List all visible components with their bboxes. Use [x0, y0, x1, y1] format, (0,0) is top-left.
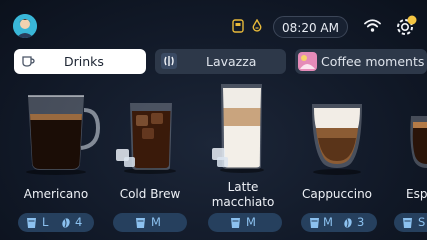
latte-macchiato-glass-image — [212, 84, 264, 173]
drink-name: Americano — [23, 187, 89, 201]
settings-gear-icon[interactable] — [394, 14, 418, 38]
cup-size-icon — [310, 218, 319, 228]
coffee-moments-icon — [298, 52, 317, 71]
cappuccino-cup-image — [312, 104, 362, 175]
tab-coffee-moments[interactable]: Coffee moments — [295, 49, 427, 74]
cup-size-label: M — [246, 215, 256, 229]
drink-settings-badge[interactable]: M — [113, 213, 187, 232]
wifi-icon[interactable] — [364, 19, 381, 32]
coffee-bean-icon — [62, 218, 70, 228]
tab-coffee-moments-label: Coffee moments — [321, 54, 425, 69]
cup-size-label: S — [418, 215, 426, 229]
cup-size-label: L — [42, 215, 49, 229]
tab-drinks-label: Drinks — [64, 54, 104, 69]
clock-time[interactable]: 08:20 AM — [273, 16, 348, 38]
cold-brew-glass-image — [116, 103, 176, 174]
cup-icon — [22, 56, 35, 67]
cup-size-icon — [136, 218, 145, 228]
drink-name: Cappuccino — [301, 187, 373, 201]
espresso-cup-image — [410, 116, 427, 168]
drink-name: Cold Brew — [119, 187, 181, 201]
tab-lavazza[interactable]: Lavazza — [155, 49, 286, 74]
drink-settings-badge[interactable]: L 4 — [18, 213, 94, 232]
user-avatar[interactable] — [13, 14, 37, 38]
drink-settings-badge[interactable]: S — [394, 213, 427, 232]
water-filter-icon[interactable] — [252, 19, 262, 33]
coffee-machine-screen: 08:20 AM Drinks Lavazza Coffee moments A… — [0, 0, 427, 240]
strength-label: 4 — [75, 215, 83, 229]
maintenance-icon[interactable] — [232, 19, 244, 33]
americano-cup-image — [26, 95, 100, 175]
cup-size-icon — [27, 218, 36, 228]
tab-drinks[interactable]: Drinks — [14, 49, 146, 74]
cup-size-icon — [403, 218, 412, 228]
drink-name: Esp — [406, 187, 427, 201]
cup-size-label: M — [151, 215, 161, 229]
tab-lavazza-label: Lavazza — [206, 54, 257, 69]
drink-settings-badge[interactable]: M — [208, 213, 282, 232]
drink-settings-badge[interactable]: M 3 — [301, 213, 377, 232]
lavazza-logo-icon — [161, 53, 177, 69]
coffee-bean-icon — [344, 218, 352, 228]
cup-size-label: M — [323, 215, 333, 229]
notification-dot — [407, 15, 417, 25]
drink-name: Latte macchiato — [211, 180, 275, 209]
strength-label: 3 — [357, 215, 365, 229]
cup-size-icon — [231, 218, 240, 228]
